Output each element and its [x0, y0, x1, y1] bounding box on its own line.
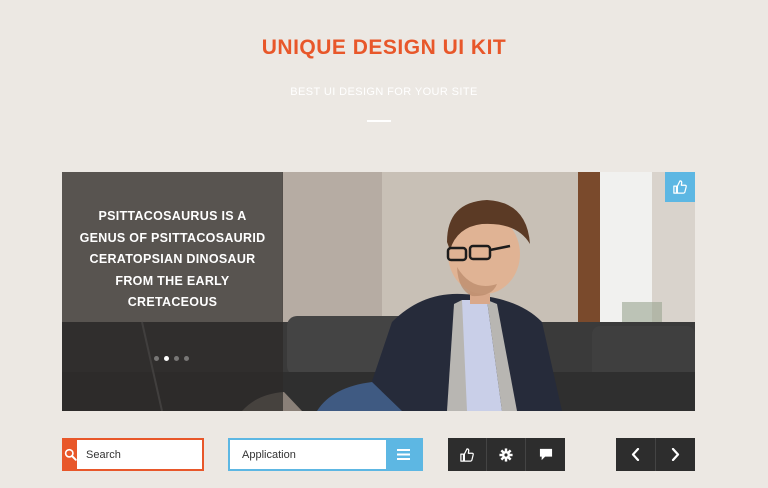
navigation-button-group — [616, 438, 695, 471]
slide-caption: PSITTACOSAURUS IS A GENUS OF PSITTACOSAU… — [79, 209, 266, 310]
slider-dot[interactable] — [184, 356, 189, 361]
slide-caption-panel: PSITTACOSAURUS IS A GENUS OF PSITTACOSAU… — [62, 172, 283, 411]
settings-button[interactable] — [487, 438, 526, 471]
title-divider — [367, 120, 391, 122]
hero-slider[interactable]: PSITTACOSAURUS IS A GENUS OF PSITTACOSAU… — [62, 172, 695, 411]
application-select[interactable]: Application — [228, 438, 423, 471]
previous-button[interactable] — [616, 438, 656, 471]
search-icon — [64, 448, 77, 461]
like-badge-button[interactable] — [665, 172, 695, 202]
slider-dot-active[interactable] — [164, 356, 169, 361]
page-subtitle: BEST UI DESIGN FOR YOUR SITE — [290, 86, 478, 98]
slider-dot[interactable] — [154, 356, 159, 361]
thumbs-up-icon — [673, 180, 687, 194]
chevron-right-icon — [671, 448, 679, 461]
slider-pagination — [154, 356, 189, 361]
search-input[interactable] — [77, 440, 228, 469]
chat-icon — [539, 448, 552, 461]
gear-icon — [499, 447, 513, 462]
action-button-group — [448, 438, 565, 471]
thumbs-up-icon — [460, 447, 474, 462]
menu-icon — [397, 449, 410, 460]
chevron-left-icon — [631, 448, 639, 461]
search-button[interactable] — [64, 440, 77, 469]
page-title: UNIQUE DESIGN UI KIT — [261, 36, 507, 59]
application-select-value[interactable]: Application — [230, 440, 386, 469]
like-button[interactable] — [448, 438, 487, 471]
menu-button[interactable] — [386, 440, 421, 469]
comment-button[interactable] — [526, 438, 565, 471]
slider-dot[interactable] — [174, 356, 179, 361]
next-button[interactable] — [656, 438, 696, 471]
search-box — [62, 438, 228, 471]
